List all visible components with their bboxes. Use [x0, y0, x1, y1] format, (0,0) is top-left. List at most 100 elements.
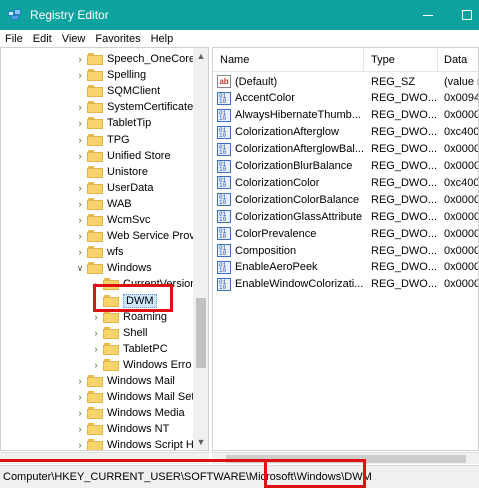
chevron-right-icon[interactable]: ›	[75, 70, 85, 80]
binary-value-icon: 01 10	[217, 108, 231, 122]
chevron-right-icon[interactable]: ›	[75, 183, 85, 193]
tree-item-label: WcmSvc	[107, 214, 151, 226]
tree-item[interactable]: › WAB	[75, 196, 132, 212]
chevron-right-icon[interactable]: ›	[75, 118, 85, 128]
value-type: REG_SZ	[371, 75, 416, 88]
value-row[interactable]: 01 10 ColorizationBlurBalance REG_DWO... 0x0…	[213, 158, 478, 175]
value-type: REG_DWO...	[371, 176, 438, 189]
tree-item-label: WAB	[107, 197, 132, 210]
tree-item[interactable]: Unistore	[75, 164, 148, 180]
tree-item[interactable]: › TabletTip	[75, 115, 151, 131]
chevron-right-icon[interactable]: ›	[75, 102, 85, 112]
value-name: ColorizationColor	[235, 176, 320, 189]
value-row[interactable]: 01 10 AlwaysHibernateThumb... REG_DWO... 0x0…	[213, 107, 478, 124]
tree-item[interactable]: › TPG	[75, 132, 130, 148]
value-row[interactable]: 01 10 ColorizationAfterglowBal... REG_DWO..…	[213, 141, 478, 158]
chevron-right-icon[interactable]: ›	[75, 151, 85, 161]
tree-item[interactable]: › WcmSvc	[75, 212, 150, 228]
tree-item[interactable]: › Speech_OneCore	[75, 51, 195, 67]
menu-bar: File Edit View Favorites Help	[0, 30, 479, 47]
value-row[interactable]: 0110 AccentColor REG_DWO... 0x0094b	[213, 90, 478, 107]
tree-item-label: Unified Store	[107, 149, 171, 162]
tree-item[interactable]: › Spelling	[75, 67, 146, 83]
scroll-up-arrow-icon[interactable]: ▲	[193, 48, 208, 64]
scroll-down-arrow-icon[interactable]: ▼	[193, 434, 208, 450]
column-header-data[interactable]: Data	[444, 54, 467, 66]
tree-item[interactable]: › TabletPC	[91, 341, 168, 357]
chevron-right-icon[interactable]: ›	[91, 328, 101, 338]
tree-scroll-thumb[interactable]	[196, 298, 206, 368]
title-bar[interactable]: Registry Editor	[0, 0, 479, 30]
tree-item-label: TabletPC	[123, 342, 168, 355]
value-row[interactable]: 0110 EnableAeroPeek REG_DWO... 0x00000	[213, 259, 478, 276]
value-row[interactable]: 0110 ColorPrevalence REG_DWO... 0x00000	[213, 225, 478, 242]
list-header: Name Type Data	[213, 48, 478, 72]
chevron-right-icon[interactable]: ›	[91, 312, 101, 322]
tree-item-label: SQMClient	[107, 85, 161, 98]
tree-vertical-scrollbar[interactable]: ▲ ▼	[193, 48, 208, 450]
value-row[interactable]: 0110 ColorizationColor REG_DWO... 0xc400b	[213, 174, 478, 191]
tree-item[interactable]: › Shell	[91, 325, 147, 341]
menu-edit[interactable]: Edit	[28, 33, 57, 45]
value-row[interactable]: 01 10 ColorizationAfterglow REG_DWO... 0xc40…	[213, 124, 478, 141]
column-header-name[interactable]: Name	[220, 54, 249, 66]
folder-icon	[87, 181, 103, 194]
chevron-right-icon[interactable]: ›	[75, 392, 85, 402]
chevron-right-icon[interactable]: ›	[75, 231, 85, 241]
tree-item[interactable]: › SystemCertificate	[75, 99, 193, 115]
value-data: 0x00000	[444, 210, 478, 223]
chevron-right-icon[interactable]: ›	[91, 360, 101, 370]
tree-item[interactable]: › Windows Script H	[75, 437, 194, 450]
chevron-right-icon[interactable]: ›	[75, 408, 85, 418]
tree-item[interactable]: › Windows Mail Set	[75, 389, 194, 405]
maximize-button[interactable]	[444, 0, 479, 30]
key-tree-pane[interactable]: › Windows Script H › Windows NT › Windows Med…	[0, 47, 209, 451]
tree-item[interactable]: › Windows Mail	[75, 373, 175, 389]
tree-item-label: Roaming	[123, 310, 168, 323]
tree-item[interactable]: › UserData	[75, 180, 153, 196]
value-type: REG_DWO...	[371, 160, 438, 172]
tree-item[interactable]: SQMClient	[75, 83, 160, 99]
menu-view[interactable]: View	[57, 33, 91, 45]
tree-item-label: Windows Media	[107, 407, 185, 420]
column-header-type[interactable]: Type	[371, 54, 395, 66]
tree-item[interactable]: › Web Service Provi	[75, 228, 197, 244]
chevron-right-icon[interactable]: ›	[75, 135, 85, 145]
menu-file[interactable]: File	[0, 33, 28, 45]
column-divider[interactable]	[437, 48, 438, 72]
menu-help[interactable]: Help	[146, 33, 179, 45]
chevron-right-icon[interactable]: ›	[75, 199, 85, 209]
string-value-icon: ab	[217, 75, 231, 88]
tree-item-label: SystemCertificate	[107, 101, 194, 114]
tree-item-label: Windows Mail	[107, 375, 175, 387]
value-data: 0x00000	[444, 244, 478, 257]
tree-item[interactable]: › Windows Erro	[91, 357, 191, 373]
chevron-right-icon[interactable]: ›	[75, 376, 85, 386]
chevron-right-icon[interactable]: ›	[75, 54, 85, 64]
tree-item[interactable]: › Windows Media	[75, 405, 185, 421]
value-row[interactable]: 01 10 ColorizationColorBalance REG_DWO... 0x…	[213, 191, 478, 208]
value-row[interactable]: 01 10 EnableWindowColorizati... REG_DWO... 0…	[213, 276, 478, 293]
minimize-icon	[423, 14, 433, 16]
menu-favorites[interactable]: Favorites	[90, 33, 145, 45]
tree-item[interactable]: ∨ Windows	[75, 260, 152, 276]
column-divider[interactable]	[363, 48, 364, 72]
binary-value-icon: 01 10	[217, 125, 231, 139]
chevron-right-icon[interactable]: ›	[75, 424, 85, 434]
tree-item[interactable]: › wfs	[75, 244, 124, 260]
chevron-right-icon[interactable]: ›	[75, 247, 85, 257]
tree-item-label: Windows	[107, 262, 152, 275]
chevron-right-icon[interactable]: ›	[75, 440, 85, 450]
value-row[interactable]: ab (Default) REG_SZ (value n	[213, 73, 478, 90]
tree-item[interactable]: › Windows NT	[75, 421, 169, 437]
value-row[interactable]: 0110 Composition REG_DWO... 0x00000	[213, 242, 478, 259]
folder-icon	[87, 407, 103, 420]
value-row[interactable]: 01 10 ColorizationGlassAttribute REG_DWO...…	[213, 208, 478, 225]
chevron-down-icon[interactable]: ∨	[75, 263, 85, 274]
folder-icon	[87, 149, 103, 162]
values-list-pane[interactable]: Name Type Data ab (Default) REG_SZ (value n…	[212, 47, 479, 451]
chevron-right-icon[interactable]: ›	[75, 215, 85, 225]
value-type: REG_DWO...	[371, 227, 438, 240]
chevron-right-icon[interactable]: ›	[91, 344, 101, 354]
tree-item[interactable]: › Unified Store	[75, 148, 171, 164]
